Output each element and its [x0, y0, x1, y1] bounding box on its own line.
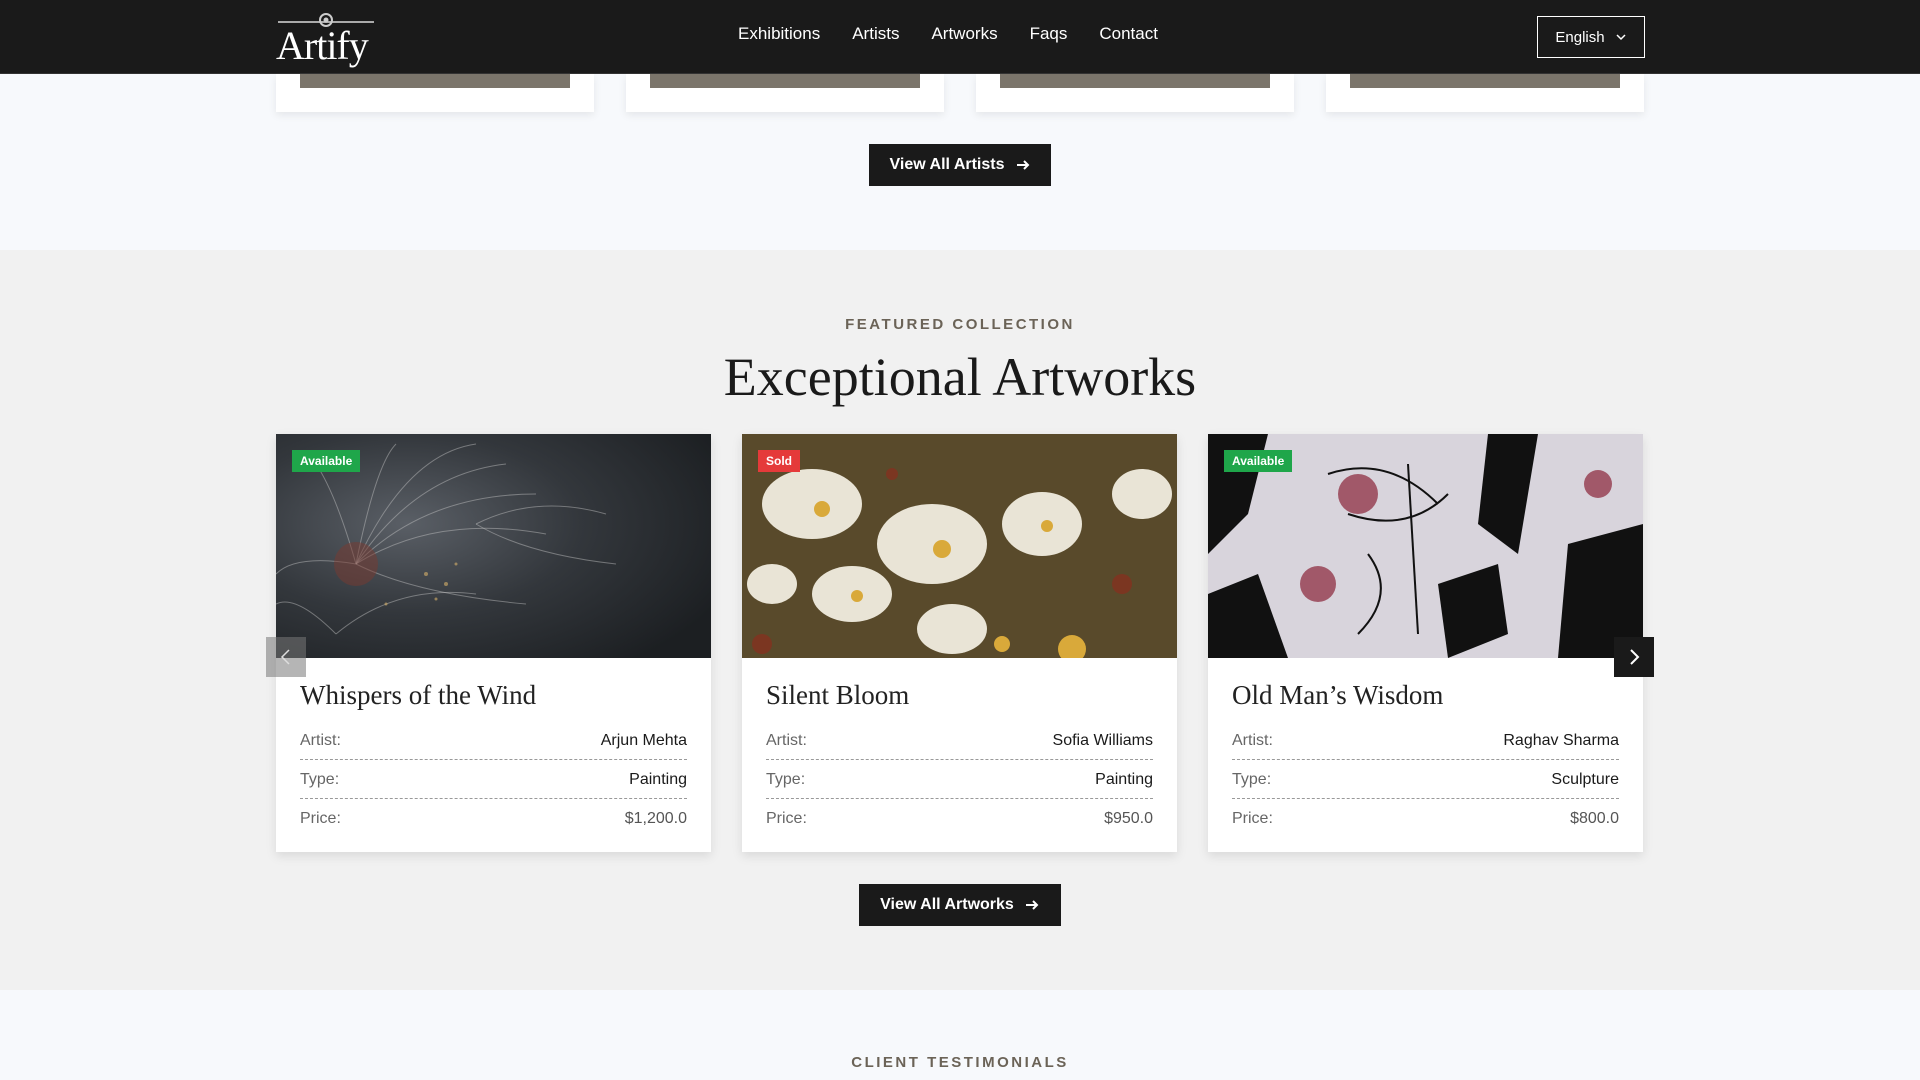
nav-contact[interactable]: Contact [1099, 24, 1158, 44]
artist-card[interactable] [626, 74, 944, 112]
price-label: Price: [1232, 810, 1273, 827]
type-label: Type: [1232, 770, 1272, 788]
price-label: Price: [300, 810, 341, 827]
artist-label: Artist: [766, 731, 807, 749]
view-all-artists-label: View All Artists [889, 156, 1005, 173]
price-row: Price: $1,200.0 [300, 800, 687, 838]
featured-collection-section: FEATURED COLLECTION Exceptional Artworks [0, 250, 1920, 990]
status-badge: Sold [758, 450, 800, 472]
featured-eyebrow: FEATURED COLLECTION [845, 316, 1075, 333]
artist-value: Raghav Sharma [1503, 731, 1619, 749]
view-all-artists-button[interactable]: View All Artists [869, 144, 1051, 186]
artist-card-bar [650, 74, 920, 88]
language-label: English [1555, 28, 1605, 46]
price-value: $1,200.0 [624, 810, 687, 827]
arrow-right-icon [1025, 900, 1039, 910]
nav-exhibitions[interactable]: Exhibitions [738, 24, 820, 44]
carousel-next-button[interactable] [1614, 637, 1654, 677]
price-value: $950.0 [1104, 810, 1153, 827]
section-title: Exceptional Artworks [723, 347, 1197, 407]
price-label: Price: [766, 810, 807, 827]
testimonials-section: CLIENT TESTIMONIALS [0, 990, 1920, 1080]
artist-card-bar [1000, 74, 1270, 88]
view-all-artworks-button[interactable]: View All Artworks [859, 884, 1061, 926]
artwork-card[interactable]: Available Old Man’s Wisdom Artist: Ragha… [1208, 434, 1643, 852]
price-row: Price: $950.0 [766, 800, 1153, 838]
artwork-title[interactable]: Whispers of the Wind [300, 680, 536, 711]
status-badge: Available [292, 450, 361, 472]
logo[interactable]: Artify [276, 10, 380, 68]
main-nav: Exhibitions Artists Artworks Faqs Contac… [738, 24, 1158, 44]
artist-card-bar [300, 74, 570, 88]
artist-card[interactable] [976, 74, 1294, 112]
nav-faqs[interactable]: Faqs [1030, 24, 1068, 44]
artist-row: Artist: Arjun Mehta [300, 722, 687, 760]
type-value: Painting [1095, 770, 1153, 788]
artist-row: Artist: Raghav Sharma [1232, 722, 1619, 760]
type-value: Painting [629, 770, 687, 788]
price-row: Price: $800.0 [1232, 800, 1619, 838]
artist-card[interactable] [1326, 74, 1644, 112]
view-all-artworks-label: View All Artworks [880, 896, 1014, 913]
chevron-left-icon [280, 649, 290, 665]
arrow-right-icon [1016, 160, 1029, 170]
artist-row: Artist: Sofia Williams [766, 722, 1153, 760]
artist-card-bar [1350, 74, 1620, 88]
nav-artists[interactable]: Artists [852, 24, 899, 44]
chevron-down-icon [1616, 34, 1626, 41]
price-value: $800.0 [1570, 810, 1619, 827]
artwork-image-dandelion[interactable]: Available [276, 434, 711, 658]
language-select[interactable]: English [1537, 16, 1645, 58]
artwork-card[interactable]: Available Whispers of the Wind Artist: A… [276, 434, 711, 852]
artists-section: View All Artists [0, 74, 1920, 250]
artwork-title[interactable]: Silent Bloom [766, 680, 909, 711]
artist-card[interactable] [276, 74, 594, 112]
carousel-prev-button[interactable] [266, 637, 306, 677]
status-badge: Available [1224, 450, 1293, 472]
logo-text: Artify [276, 23, 369, 68]
chevron-right-icon [1630, 649, 1640, 665]
artwork-title[interactable]: Old Man’s Wisdom [1232, 680, 1443, 711]
type-label: Type: [766, 770, 806, 788]
type-label: Type: [300, 770, 340, 788]
type-row: Type: Painting [766, 761, 1153, 799]
type-value: Sculpture [1551, 770, 1619, 788]
artist-label: Artist: [1232, 731, 1273, 749]
artwork-image-graffiti[interactable]: Available [1208, 434, 1643, 658]
type-row: Type: Sculpture [1232, 761, 1619, 799]
site-header: Artify Exhibitions Artists Artworks Faqs… [0, 0, 1920, 74]
artist-label: Artist: [300, 731, 341, 749]
testimonials-eyebrow: CLIENT TESTIMONIALS [851, 1054, 1069, 1071]
type-row: Type: Painting [300, 761, 687, 799]
artist-value: Sofia Williams [1052, 731, 1153, 749]
nav-artworks[interactable]: Artworks [931, 24, 997, 44]
artist-value: Arjun Mehta [600, 731, 687, 749]
artwork-card[interactable]: Sold Silent Bloom Artist: Sofia Williams… [742, 434, 1177, 852]
artwork-image-flowers[interactable]: Sold [742, 434, 1177, 658]
